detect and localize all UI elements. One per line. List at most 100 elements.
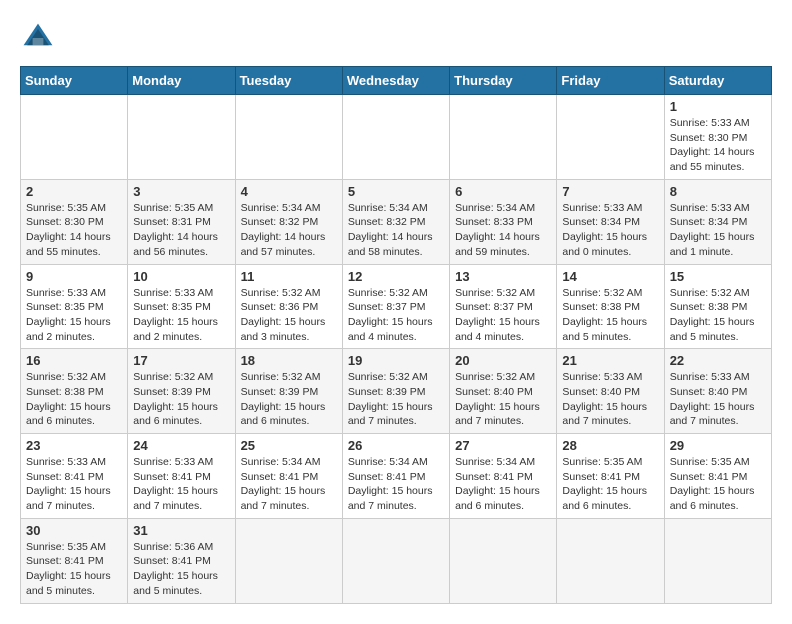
- calendar-cell: 2 Sunrise: 5:35 AMSunset: 8:30 PMDayligh…: [21, 179, 128, 264]
- logo-icon: [20, 20, 56, 56]
- day-number: 3: [133, 184, 229, 199]
- calendar-cell: 11 Sunrise: 5:32 AMSunset: 8:36 PMDaylig…: [235, 264, 342, 349]
- day-number: 4: [241, 184, 337, 199]
- calendar-cell: [450, 518, 557, 603]
- calendar-week-3: 9 Sunrise: 5:33 AMSunset: 8:35 PMDayligh…: [21, 264, 772, 349]
- day-number: 6: [455, 184, 551, 199]
- column-header-thursday: Thursday: [450, 67, 557, 95]
- calendar-cell: 16 Sunrise: 5:32 AMSunset: 8:38 PMDaylig…: [21, 349, 128, 434]
- day-info: Sunrise: 5:33 AMSunset: 8:41 PMDaylight:…: [133, 455, 229, 514]
- calendar-table: SundayMondayTuesdayWednesdayThursdayFrid…: [20, 66, 772, 604]
- day-info: Sunrise: 5:35 AMSunset: 8:31 PMDaylight:…: [133, 201, 229, 260]
- calendar-cell: 29 Sunrise: 5:35 AMSunset: 8:41 PMDaylig…: [664, 434, 771, 519]
- day-number: 31: [133, 523, 229, 538]
- day-number: 20: [455, 353, 551, 368]
- day-number: 22: [670, 353, 766, 368]
- calendar-header-row: SundayMondayTuesdayWednesdayThursdayFrid…: [21, 67, 772, 95]
- day-number: 16: [26, 353, 122, 368]
- day-number: 15: [670, 269, 766, 284]
- calendar-week-2: 2 Sunrise: 5:35 AMSunset: 8:30 PMDayligh…: [21, 179, 772, 264]
- day-info: Sunrise: 5:34 AMSunset: 8:32 PMDaylight:…: [348, 201, 444, 260]
- day-info: Sunrise: 5:36 AMSunset: 8:41 PMDaylight:…: [133, 540, 229, 599]
- day-number: 28: [562, 438, 658, 453]
- calendar-cell: 21 Sunrise: 5:33 AMSunset: 8:40 PMDaylig…: [557, 349, 664, 434]
- column-header-saturday: Saturday: [664, 67, 771, 95]
- calendar-cell: 7 Sunrise: 5:33 AMSunset: 8:34 PMDayligh…: [557, 179, 664, 264]
- calendar-cell: 22 Sunrise: 5:33 AMSunset: 8:40 PMDaylig…: [664, 349, 771, 434]
- day-info: Sunrise: 5:32 AMSunset: 8:39 PMDaylight:…: [133, 370, 229, 429]
- calendar-cell: 28 Sunrise: 5:35 AMSunset: 8:41 PMDaylig…: [557, 434, 664, 519]
- page-header: [20, 20, 772, 56]
- day-info: Sunrise: 5:35 AMSunset: 8:41 PMDaylight:…: [26, 540, 122, 599]
- calendar-week-4: 16 Sunrise: 5:32 AMSunset: 8:38 PMDaylig…: [21, 349, 772, 434]
- calendar-cell: 24 Sunrise: 5:33 AMSunset: 8:41 PMDaylig…: [128, 434, 235, 519]
- calendar-cell: 10 Sunrise: 5:33 AMSunset: 8:35 PMDaylig…: [128, 264, 235, 349]
- calendar-cell: [664, 518, 771, 603]
- column-header-monday: Monday: [128, 67, 235, 95]
- day-info: Sunrise: 5:35 AMSunset: 8:41 PMDaylight:…: [562, 455, 658, 514]
- day-info: Sunrise: 5:32 AMSunset: 8:40 PMDaylight:…: [455, 370, 551, 429]
- day-number: 26: [348, 438, 444, 453]
- calendar-cell: 26 Sunrise: 5:34 AMSunset: 8:41 PMDaylig…: [342, 434, 449, 519]
- day-info: Sunrise: 5:35 AMSunset: 8:30 PMDaylight:…: [26, 201, 122, 260]
- day-number: 27: [455, 438, 551, 453]
- calendar-cell: 5 Sunrise: 5:34 AMSunset: 8:32 PMDayligh…: [342, 179, 449, 264]
- day-number: 9: [26, 269, 122, 284]
- day-number: 14: [562, 269, 658, 284]
- day-number: 11: [241, 269, 337, 284]
- calendar-cell: 3 Sunrise: 5:35 AMSunset: 8:31 PMDayligh…: [128, 179, 235, 264]
- calendar-cell: [342, 95, 449, 180]
- calendar-cell: 1 Sunrise: 5:33 AMSunset: 8:30 PMDayligh…: [664, 95, 771, 180]
- calendar-cell: 15 Sunrise: 5:32 AMSunset: 8:38 PMDaylig…: [664, 264, 771, 349]
- day-number: 2: [26, 184, 122, 199]
- day-number: 29: [670, 438, 766, 453]
- day-number: 19: [348, 353, 444, 368]
- day-info: Sunrise: 5:32 AMSunset: 8:37 PMDaylight:…: [455, 286, 551, 345]
- day-info: Sunrise: 5:33 AMSunset: 8:35 PMDaylight:…: [26, 286, 122, 345]
- calendar-cell: 18 Sunrise: 5:32 AMSunset: 8:39 PMDaylig…: [235, 349, 342, 434]
- day-number: 8: [670, 184, 766, 199]
- day-info: Sunrise: 5:34 AMSunset: 8:33 PMDaylight:…: [455, 201, 551, 260]
- calendar-cell: 25 Sunrise: 5:34 AMSunset: 8:41 PMDaylig…: [235, 434, 342, 519]
- calendar-cell: [557, 95, 664, 180]
- calendar-cell: [235, 95, 342, 180]
- calendar-cell: 20 Sunrise: 5:32 AMSunset: 8:40 PMDaylig…: [450, 349, 557, 434]
- column-header-tuesday: Tuesday: [235, 67, 342, 95]
- calendar-cell: 12 Sunrise: 5:32 AMSunset: 8:37 PMDaylig…: [342, 264, 449, 349]
- day-info: Sunrise: 5:33 AMSunset: 8:34 PMDaylight:…: [670, 201, 766, 260]
- day-number: 25: [241, 438, 337, 453]
- calendar-cell: 27 Sunrise: 5:34 AMSunset: 8:41 PMDaylig…: [450, 434, 557, 519]
- calendar-cell: [557, 518, 664, 603]
- day-info: Sunrise: 5:33 AMSunset: 8:40 PMDaylight:…: [562, 370, 658, 429]
- day-number: 30: [26, 523, 122, 538]
- calendar-cell: 30 Sunrise: 5:35 AMSunset: 8:41 PMDaylig…: [21, 518, 128, 603]
- day-info: Sunrise: 5:32 AMSunset: 8:38 PMDaylight:…: [562, 286, 658, 345]
- day-info: Sunrise: 5:33 AMSunset: 8:35 PMDaylight:…: [133, 286, 229, 345]
- day-number: 10: [133, 269, 229, 284]
- column-header-sunday: Sunday: [21, 67, 128, 95]
- column-header-friday: Friday: [557, 67, 664, 95]
- day-info: Sunrise: 5:32 AMSunset: 8:36 PMDaylight:…: [241, 286, 337, 345]
- calendar-cell: 17 Sunrise: 5:32 AMSunset: 8:39 PMDaylig…: [128, 349, 235, 434]
- day-info: Sunrise: 5:33 AMSunset: 8:30 PMDaylight:…: [670, 116, 766, 175]
- calendar-cell: 19 Sunrise: 5:32 AMSunset: 8:39 PMDaylig…: [342, 349, 449, 434]
- day-number: 18: [241, 353, 337, 368]
- calendar-cell: 23 Sunrise: 5:33 AMSunset: 8:41 PMDaylig…: [21, 434, 128, 519]
- calendar-cell: [342, 518, 449, 603]
- day-number: 5: [348, 184, 444, 199]
- calendar-cell: 6 Sunrise: 5:34 AMSunset: 8:33 PMDayligh…: [450, 179, 557, 264]
- calendar-cell: 13 Sunrise: 5:32 AMSunset: 8:37 PMDaylig…: [450, 264, 557, 349]
- day-info: Sunrise: 5:34 AMSunset: 8:41 PMDaylight:…: [348, 455, 444, 514]
- day-number: 21: [562, 353, 658, 368]
- day-info: Sunrise: 5:32 AMSunset: 8:38 PMDaylight:…: [670, 286, 766, 345]
- day-number: 17: [133, 353, 229, 368]
- day-number: 12: [348, 269, 444, 284]
- day-number: 13: [455, 269, 551, 284]
- day-info: Sunrise: 5:32 AMSunset: 8:39 PMDaylight:…: [241, 370, 337, 429]
- day-info: Sunrise: 5:32 AMSunset: 8:39 PMDaylight:…: [348, 370, 444, 429]
- calendar-cell: 4 Sunrise: 5:34 AMSunset: 8:32 PMDayligh…: [235, 179, 342, 264]
- calendar-cell: [128, 95, 235, 180]
- column-header-wednesday: Wednesday: [342, 67, 449, 95]
- logo: [20, 20, 62, 56]
- day-number: 24: [133, 438, 229, 453]
